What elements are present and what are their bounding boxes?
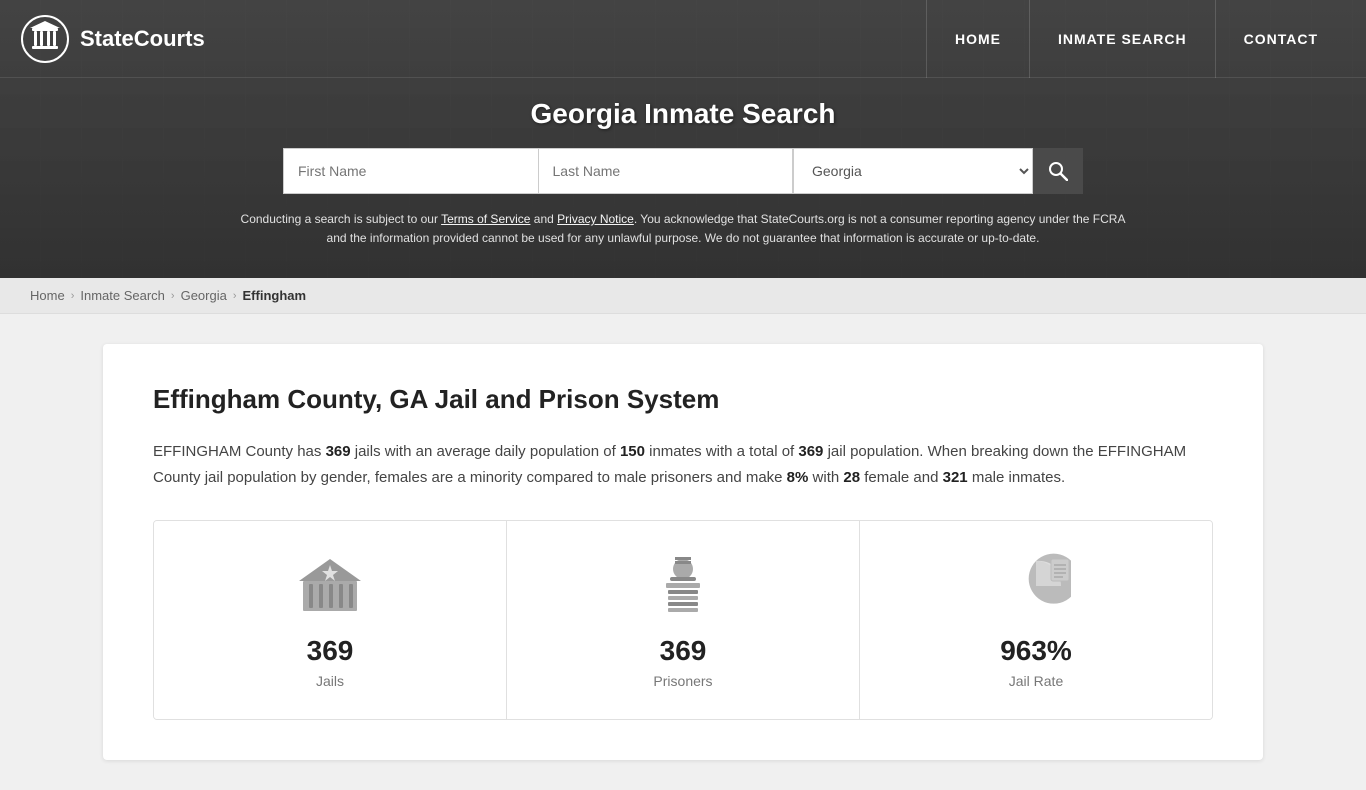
jail-rate-number: 963% [1000, 635, 1072, 667]
breadcrumb-sep-3: › [233, 290, 237, 302]
desc-total-pop: 369 [798, 443, 823, 460]
logo-text: StateCourts [80, 26, 205, 52]
nav-home[interactable]: HOME [926, 0, 1029, 78]
nav-contact[interactable]: CONTACT [1215, 0, 1346, 78]
first-name-input[interactable] [283, 148, 538, 194]
disclaimer: Conducting a search is subject to our Te… [233, 210, 1133, 268]
terms-link[interactable]: Terms of Service [441, 212, 530, 226]
jail-rate-label: Jail Rate [1009, 673, 1063, 689]
stat-jail-rate: 963% Jail Rate [860, 521, 1212, 719]
breadcrumb-current: Effingham [243, 288, 307, 303]
desc-female-count: 28 [843, 469, 860, 486]
page-title: Georgia Inmate Search [20, 98, 1346, 130]
desc-female-pct: 8% [787, 469, 809, 486]
jails-label: Jails [316, 673, 344, 689]
desc-county-name: EFFINGHAM [153, 443, 241, 460]
breadcrumb-sep-1: › [71, 290, 75, 302]
breadcrumb-inmate-search[interactable]: Inmate Search [80, 288, 165, 303]
jail-rate-icon [1001, 551, 1071, 621]
last-name-input[interactable] [538, 148, 794, 194]
breadcrumb: Home › Inmate Search › Georgia › Effingh… [0, 278, 1366, 314]
desc-avg-pop: 150 [620, 443, 645, 460]
stats-row: 369 Jails [153, 520, 1213, 720]
nav-inmate-search[interactable]: INMATE SEARCH [1029, 0, 1215, 78]
prisoner-icon [648, 551, 718, 621]
logo-link[interactable]: StateCourts [20, 14, 205, 64]
logo-icon [20, 14, 70, 64]
jail-icon [295, 551, 365, 621]
prisoners-number: 369 [660, 635, 707, 667]
search-section: Georgia Inmate Search Select State Alaba… [0, 78, 1366, 278]
privacy-link[interactable]: Privacy Notice [557, 212, 634, 226]
desc-jails-count: 369 [326, 443, 351, 460]
search-bar: Select State AlabamaAlaskaArizona Arkans… [283, 148, 1083, 194]
nav-links: HOME INMATE SEARCH CONTACT [926, 0, 1346, 78]
stat-prisoners: 369 Prisoners [507, 521, 860, 719]
state-select[interactable]: Select State AlabamaAlaskaArizona Arkans… [793, 148, 1033, 194]
desc-male-count: 321 [943, 469, 968, 486]
breadcrumb-home[interactable]: Home [30, 288, 65, 303]
main-content: Effingham County, GA Jail and Prison Sys… [83, 314, 1283, 790]
content-description: EFFINGHAM County has 369 jails with an a… [153, 439, 1213, 490]
content-card: Effingham County, GA Jail and Prison Sys… [103, 344, 1263, 760]
nav-bar: StateCourts HOME INMATE SEARCH CONTACT [0, 0, 1366, 78]
search-icon [1048, 161, 1068, 181]
breadcrumb-georgia[interactable]: Georgia [181, 288, 227, 303]
breadcrumb-sep-2: › [171, 290, 175, 302]
desc-county-name2: EFFINGHAM [1098, 443, 1186, 460]
content-heading: Effingham County, GA Jail and Prison Sys… [153, 384, 1213, 415]
search-button[interactable] [1033, 148, 1083, 194]
jails-number: 369 [307, 635, 354, 667]
prisoners-label: Prisoners [653, 673, 712, 689]
stat-jails: 369 Jails [154, 521, 507, 719]
